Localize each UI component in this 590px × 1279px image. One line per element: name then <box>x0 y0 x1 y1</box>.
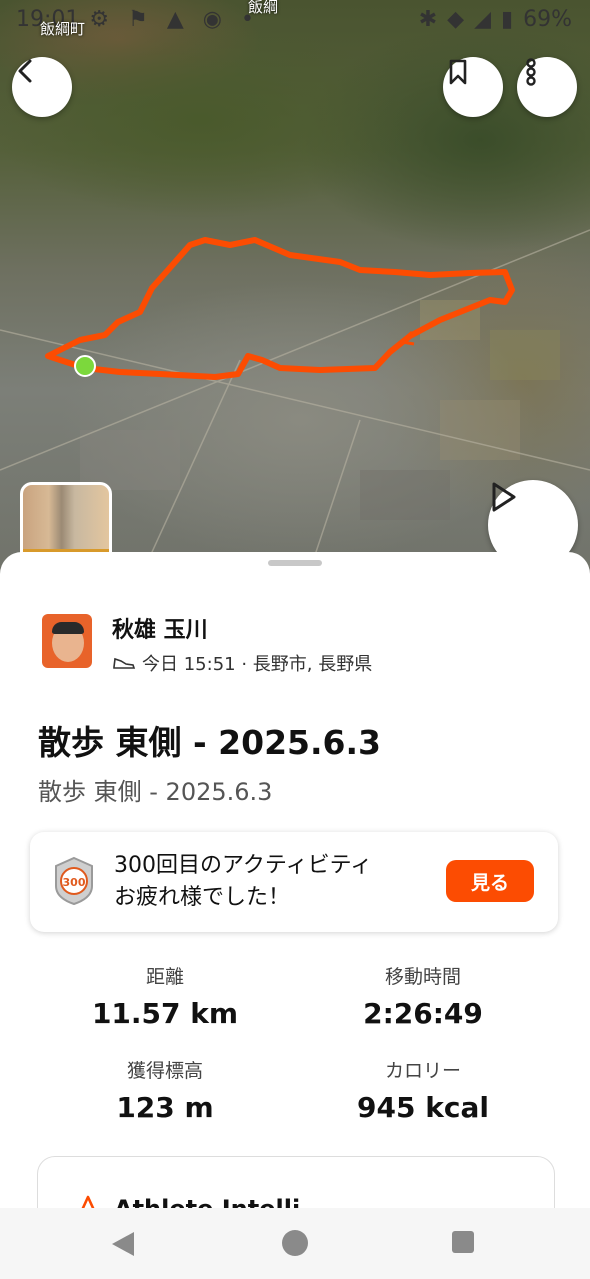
status-bar: 19:01 ⚙ ⚑ ▲ ◉ • ✱ ◆ ◢ ▮ 69% <box>16 4 572 34</box>
activity-sheet: 秋雄 玉川 今日 15:51 · 長野市, 長野県 散歩 東側 - 2025.6… <box>0 552 590 1278</box>
system-nav-bar <box>0 1208 590 1279</box>
more-button[interactable] <box>517 57 577 117</box>
stat-label: カロリー <box>384 1060 461 1082</box>
stat-label: 獲得標高 <box>126 1060 203 1082</box>
milestone-badge-icon: 300 <box>55 856 93 906</box>
back-button[interactable] <box>12 57 72 117</box>
stat-value: 11.57 km <box>91 997 239 1030</box>
map-place-label: 飯綱町 <box>40 20 86 38</box>
milestone-card[interactable]: 300 300回目のアクティビティ お疲れ様でした！ 見る <box>30 832 558 932</box>
stat-elevation-gain: 獲得標高 123 m <box>35 1056 295 1124</box>
notification-icons: ⚙ ⚑ ▲ ◉ • <box>89 6 260 32</box>
start-marker <box>74 355 96 377</box>
activity-meta: 今日 15:51 · 長野市, 長野県 <box>112 650 372 676</box>
bluetooth-icon: ✱ <box>418 6 438 32</box>
stat-value: 945 kcal <box>357 1091 489 1124</box>
stat-value: 2:26:49 <box>363 997 483 1030</box>
view-milestone-button[interactable]: 見る <box>446 860 534 902</box>
nav-recents-icon[interactable] <box>452 1231 474 1253</box>
activity-description: 散歩 東側 - 2025.6.3 <box>38 778 273 806</box>
sheet-drag-handle[interactable] <box>268 560 322 566</box>
shoe-icon <box>113 657 136 669</box>
milestone-line-1: 300回目のアクティビティ <box>114 853 373 878</box>
milestone-line-2: お疲れ様でした！ <box>114 885 291 910</box>
battery-level: 69% <box>523 6 572 32</box>
signal-icon: ◢ <box>474 6 491 32</box>
milestone-text: 300回目のアクティビティ お疲れ様でした！ <box>114 850 434 914</box>
avatar[interactable] <box>42 614 92 668</box>
nav-back-icon[interactable] <box>112 1232 134 1256</box>
activity-meta-text: 今日 15:51 · 長野市, 長野県 <box>142 654 373 675</box>
stat-moving-time: 移動時間 2:26:49 <box>293 962 553 1030</box>
bookmark-button[interactable] <box>443 57 503 117</box>
stat-label: 距離 <box>145 966 184 988</box>
map-place-label: 飯綱 <box>248 0 279 16</box>
stat-label: 移動時間 <box>384 966 461 988</box>
bookmark-icon <box>449 59 467 85</box>
stat-value: 123 m <box>116 1091 214 1124</box>
wifi-icon: ◆ <box>447 6 465 32</box>
more-icon <box>526 58 536 86</box>
route-map[interactable]: 19:01 ⚙ ⚑ ▲ ◉ • ✱ ◆ ◢ ▮ 69% 飯綱町 飯綱 <box>0 0 590 600</box>
athlete-name[interactable]: 秋雄 玉川 <box>112 612 208 644</box>
activity-title: 散歩 東側 - 2025.6.3 <box>38 723 382 762</box>
stat-distance: 距離 11.57 km <box>35 962 295 1030</box>
nav-home-icon[interactable] <box>282 1230 308 1256</box>
stat-calories: カロリー 945 kcal <box>293 1056 553 1124</box>
status-right: ✱ ◆ ◢ ▮ 69% <box>419 7 572 32</box>
battery-icon: ▮ <box>500 6 514 32</box>
back-icon <box>18 59 32 83</box>
milestone-badge-number: 300 <box>63 876 86 889</box>
play-icon <box>492 482 516 512</box>
